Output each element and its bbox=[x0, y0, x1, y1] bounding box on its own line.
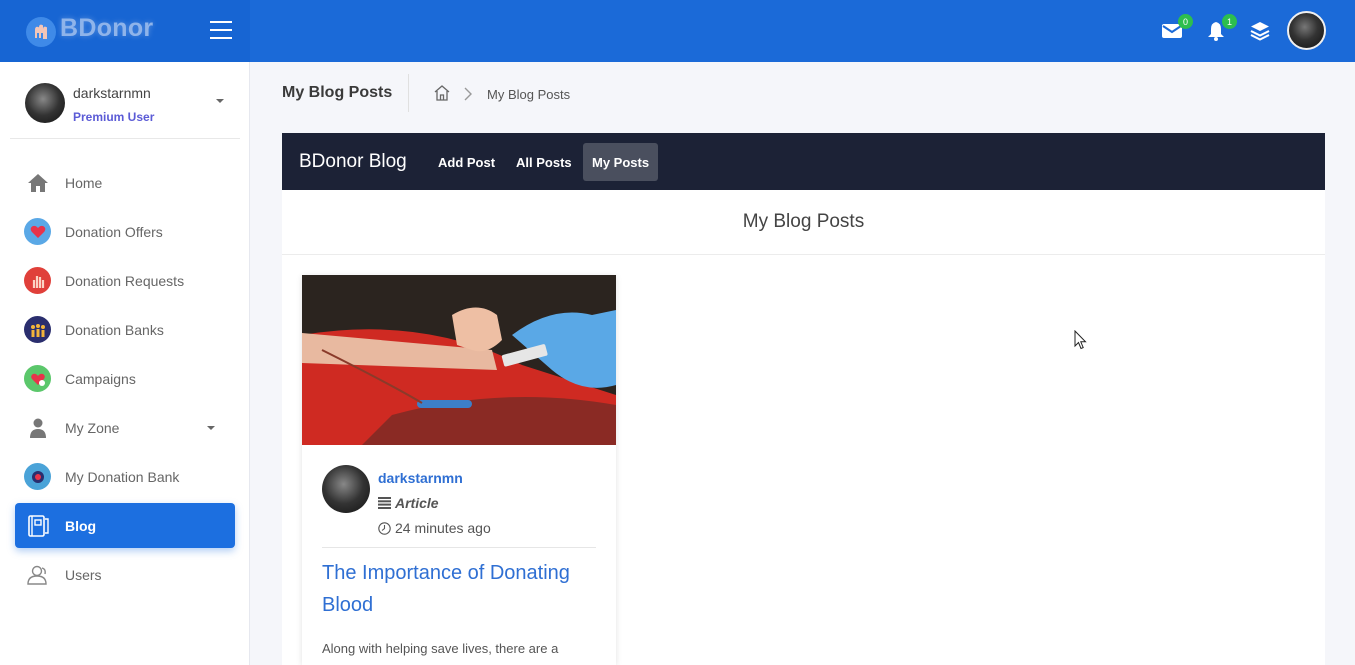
title-divider bbox=[408, 74, 409, 112]
clock-icon bbox=[378, 521, 391, 535]
user-avatar bbox=[25, 83, 65, 123]
mail-icon[interactable]: 0 bbox=[1161, 14, 1193, 42]
heart-icon bbox=[24, 218, 51, 245]
notification-count-badge: 1 bbox=[1222, 14, 1237, 29]
sidebar-item-label: Campaigns bbox=[65, 370, 136, 387]
user-role: Premium User bbox=[73, 110, 155, 124]
sidebar-item-donation-banks[interactable]: Donation Banks bbox=[15, 307, 235, 352]
content-heading: My Blog Posts bbox=[742, 211, 865, 232]
sidebar-item-donation-offers[interactable]: Donation Offers bbox=[15, 209, 235, 254]
page-title: My Blog Posts bbox=[282, 84, 393, 101]
mouse-cursor-icon bbox=[1074, 329, 1088, 355]
sidebar-item-label: Donation Banks bbox=[65, 321, 164, 338]
layers-icon[interactable] bbox=[1249, 20, 1271, 42]
user-icon bbox=[24, 414, 51, 441]
menu-toggle-icon[interactable] bbox=[210, 21, 232, 39]
breadcrumb-current: My Blog Posts bbox=[487, 87, 571, 102]
post-title[interactable]: The Importance of Donating Blood bbox=[322, 557, 596, 621]
sidebar-item-my-zone[interactable]: My Zone bbox=[15, 405, 235, 450]
sidebar-item-label: Donation Offers bbox=[65, 223, 163, 240]
people-icon bbox=[24, 316, 51, 343]
post-card[interactable]: darkstarnmn Article 24 minutes ago The I… bbox=[302, 275, 616, 665]
chevron-down-icon[interactable] bbox=[216, 99, 224, 103]
sidebar-item-label: Home bbox=[65, 174, 103, 191]
blog-icon bbox=[24, 512, 51, 539]
add-post-link[interactable]: Add Post bbox=[429, 143, 504, 181]
post-time-label: 24 minutes ago bbox=[395, 520, 491, 536]
home-icon bbox=[24, 169, 51, 196]
brand-area: BDonor bbox=[0, 0, 250, 62]
sidebar-item-home[interactable]: Home bbox=[15, 160, 235, 205]
users-icon bbox=[24, 561, 51, 588]
hand-icon bbox=[24, 267, 51, 294]
sidebar-item-label: Users bbox=[65, 566, 102, 583]
user-profile-box[interactable]: darkstarnmn Premium User bbox=[10, 77, 240, 139]
post-type: Article bbox=[378, 495, 439, 511]
post-author[interactable]: darkstarnmn bbox=[378, 470, 463, 486]
post-time: 24 minutes ago bbox=[378, 520, 491, 536]
chevron-right-icon bbox=[463, 87, 473, 101]
chevron-down-icon bbox=[207, 426, 215, 430]
blog-navbar: BDonor Blog Add Post All Posts My Posts bbox=[282, 133, 1325, 190]
post-author-avatar[interactable] bbox=[322, 465, 370, 513]
bell-icon[interactable]: 1 bbox=[1205, 14, 1237, 42]
mail-count-badge: 0 bbox=[1178, 14, 1193, 29]
my-posts-link[interactable]: My Posts bbox=[583, 143, 659, 181]
sidebar-item-blog[interactable]: Blog bbox=[15, 503, 235, 548]
sidebar-item-my-donation-bank[interactable]: My Donation Bank bbox=[15, 454, 235, 499]
brand-name[interactable]: BDonor bbox=[60, 14, 153, 43]
sidebar-item-label: My Donation Bank bbox=[65, 468, 180, 485]
sidebar: darkstarnmn Premium User Home Donation O… bbox=[0, 62, 250, 665]
all-posts-link[interactable]: All Posts bbox=[507, 143, 581, 181]
user-name: darkstarnmn bbox=[73, 85, 151, 101]
sidebar-item-label: Blog bbox=[65, 517, 97, 534]
campaign-icon bbox=[24, 365, 51, 392]
sidebar-item-users[interactable]: Users bbox=[15, 552, 235, 597]
profile-avatar[interactable] bbox=[1287, 11, 1326, 50]
post-type-label: Article bbox=[395, 495, 439, 511]
post-excerpt: Along with helping save lives, there are… bbox=[322, 641, 559, 656]
sidebar-item-donation-requests[interactable]: Donation Requests bbox=[15, 258, 235, 303]
content-divider bbox=[282, 254, 1325, 255]
blog-brand[interactable]: BDonor Blog bbox=[299, 151, 407, 173]
sidebar-item-label: My Zone bbox=[65, 419, 120, 436]
breadcrumb-home-icon[interactable] bbox=[433, 84, 451, 102]
sidebar-item-campaigns[interactable]: Campaigns bbox=[15, 356, 235, 401]
brand-logo-icon bbox=[26, 17, 56, 47]
sidebar-item-label: Donation Requests bbox=[65, 272, 185, 289]
post-divider bbox=[322, 547, 596, 548]
post-image[interactable] bbox=[302, 275, 616, 445]
top-navbar: BDonor 0 1 bbox=[0, 0, 1355, 62]
list-icon bbox=[378, 497, 391, 509]
bank-icon bbox=[24, 463, 51, 490]
